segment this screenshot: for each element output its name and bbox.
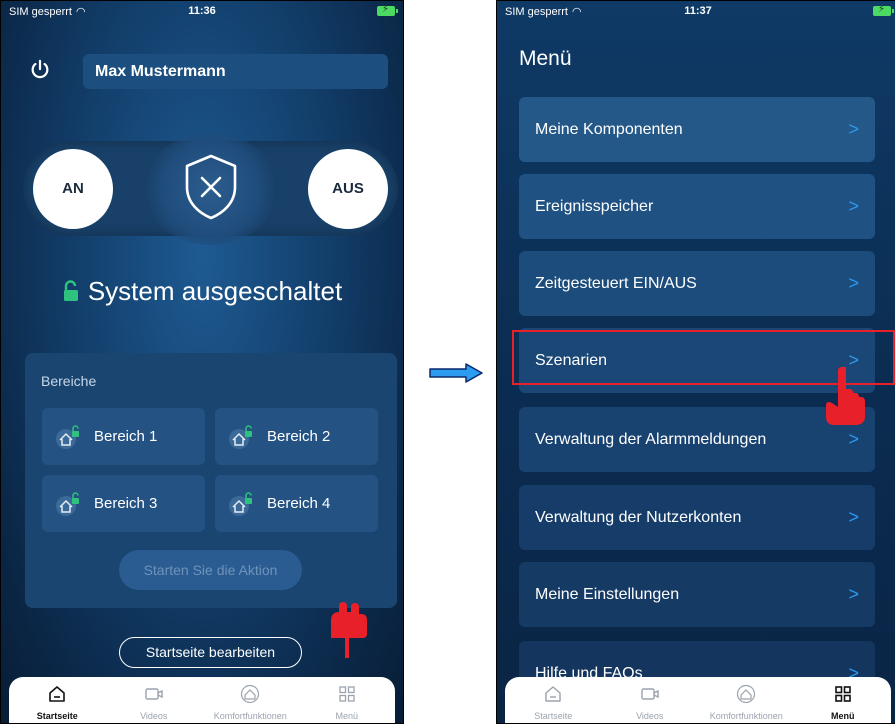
- chevron-right-icon: >: [848, 507, 859, 527]
- transition-arrow-icon: [429, 363, 483, 383]
- areas-title: Bereiche: [41, 373, 97, 389]
- pointing-hand-icon: [826, 367, 865, 425]
- tab-bar: Startseite Videos Komfortfunktionen Menü: [505, 677, 891, 723]
- wifi-icon: ◠: [571, 6, 582, 18]
- comfort-icon: [737, 684, 756, 704]
- menu-item-label: Verwaltung der Alarmmeldungen: [535, 431, 767, 448]
- video-icon: [145, 688, 163, 700]
- carrier-text: SIM gesperrt: [505, 6, 568, 18]
- tab-videos[interactable]: Videos: [602, 677, 699, 723]
- menu-item-label: Meine Einstellungen: [535, 586, 680, 603]
- user-name-field[interactable]: Max Mustermann: [83, 54, 388, 89]
- unlock-icon: [63, 280, 78, 301]
- area-1-button[interactable]: Bereich 1: [42, 408, 205, 465]
- chevron-right-icon: >: [848, 584, 859, 604]
- shield-disarmed-icon[interactable]: [183, 153, 239, 221]
- home-unlocked-icon: [229, 425, 252, 449]
- tab-komfortfunktionen[interactable]: Komfortfunktionen: [698, 677, 795, 723]
- chevron-right-icon: >: [848, 196, 859, 216]
- video-icon: [641, 688, 659, 700]
- menu-grid-icon: [339, 686, 355, 702]
- comfort-icon: [241, 684, 260, 704]
- menu-item-label: Verwaltung der Nutzerkonten: [535, 509, 742, 526]
- menu-item-label: Ereignisspeicher: [535, 198, 654, 215]
- area-3-button[interactable]: Bereich 3: [42, 475, 205, 532]
- arm-off-button[interactable]: AUS: [308, 149, 388, 229]
- menu-item-label: Meine Komponenten: [535, 121, 683, 138]
- page-title: Menü: [519, 47, 572, 70]
- status-bar: SIM gesperrt ◠ 11:36 ⚡: [1, 1, 403, 23]
- tab-label: Komfortfunktionen: [709, 711, 783, 721]
- system-status-text: System ausgeschaltet: [87, 276, 343, 306]
- home-unlocked-icon: [56, 492, 79, 516]
- menu-grid-icon: [834, 686, 851, 702]
- menu-item-zeitgesteuert[interactable]: Zeitgesteuert EIN/AUS >: [519, 251, 875, 316]
- battery-icon: ⚡: [873, 4, 894, 16]
- tab-label: Startseite: [36, 711, 78, 721]
- menu-item-nutzerkonten[interactable]: Verwaltung der Nutzerkonten >: [519, 485, 875, 550]
- area-2-button[interactable]: Bereich 2: [215, 408, 378, 465]
- battery-icon: ⚡: [377, 4, 398, 16]
- system-status: System ausgeschaltet: [1, 276, 403, 307]
- start-action-button[interactable]: Starten Sie die Aktion: [119, 550, 302, 590]
- menu-item-ereignisspeicher[interactable]: Ereignisspeicher >: [519, 174, 875, 239]
- area-label: Bereich 3: [94, 495, 158, 512]
- tab-bar: Startseite Videos Komfortfunktionen Menü: [9, 677, 395, 723]
- menu-item-meine-komponenten[interactable]: Meine Komponenten >: [519, 97, 875, 162]
- wifi-icon: ◠: [75, 6, 86, 18]
- tab-label: Menü: [831, 711, 855, 721]
- tab-startseite[interactable]: Startseite: [505, 677, 602, 723]
- power-icon[interactable]: [29, 59, 51, 81]
- tab-videos[interactable]: Videos: [106, 677, 203, 723]
- home-unlocked-icon: [229, 492, 252, 516]
- status-bar: SIM gesperrt ◠ 11:37 ⚡: [497, 1, 895, 23]
- home-icon: [545, 686, 561, 702]
- area-4-button[interactable]: Bereich 4: [215, 475, 378, 532]
- pointing-hand-icon: [331, 602, 367, 658]
- tab-label: Komfortfunktionen: [213, 711, 287, 721]
- clock: 11:37: [684, 5, 712, 17]
- arm-switch: AN AUS: [23, 133, 398, 245]
- edit-home-button[interactable]: Startseite bearbeiten: [119, 637, 302, 668]
- clock: 11:36: [188, 5, 216, 17]
- home-unlocked-icon: [56, 425, 79, 449]
- tab-label: Startseite: [534, 711, 573, 721]
- area-label: Bereich 4: [267, 495, 331, 512]
- arm-on-button[interactable]: AN: [33, 149, 113, 229]
- menu-item-label: Zeitgesteuert EIN/AUS: [535, 275, 697, 292]
- areas-panel: Bereiche Bereich 1 Bereich 2 Bereich 3 B…: [25, 353, 397, 608]
- tab-komfortfunktionen[interactable]: Komfortfunktionen: [202, 677, 299, 723]
- carrier-text: SIM gesperrt: [9, 6, 72, 18]
- tab-menu[interactable]: Menü: [795, 677, 892, 723]
- tab-label: Videos: [636, 711, 664, 721]
- tab-menu[interactable]: Menü: [299, 677, 396, 723]
- tab-startseite[interactable]: Startseite: [9, 677, 106, 723]
- area-label: Bereich 1: [94, 428, 158, 445]
- tab-label: Menü: [335, 711, 358, 721]
- area-label: Bereich 2: [267, 428, 331, 445]
- chevron-right-icon: >: [848, 119, 859, 139]
- home-icon: [49, 686, 66, 702]
- chevron-right-icon: >: [848, 273, 859, 293]
- tab-label: Videos: [140, 711, 168, 721]
- menu-item-einstellungen[interactable]: Meine Einstellungen >: [519, 562, 875, 627]
